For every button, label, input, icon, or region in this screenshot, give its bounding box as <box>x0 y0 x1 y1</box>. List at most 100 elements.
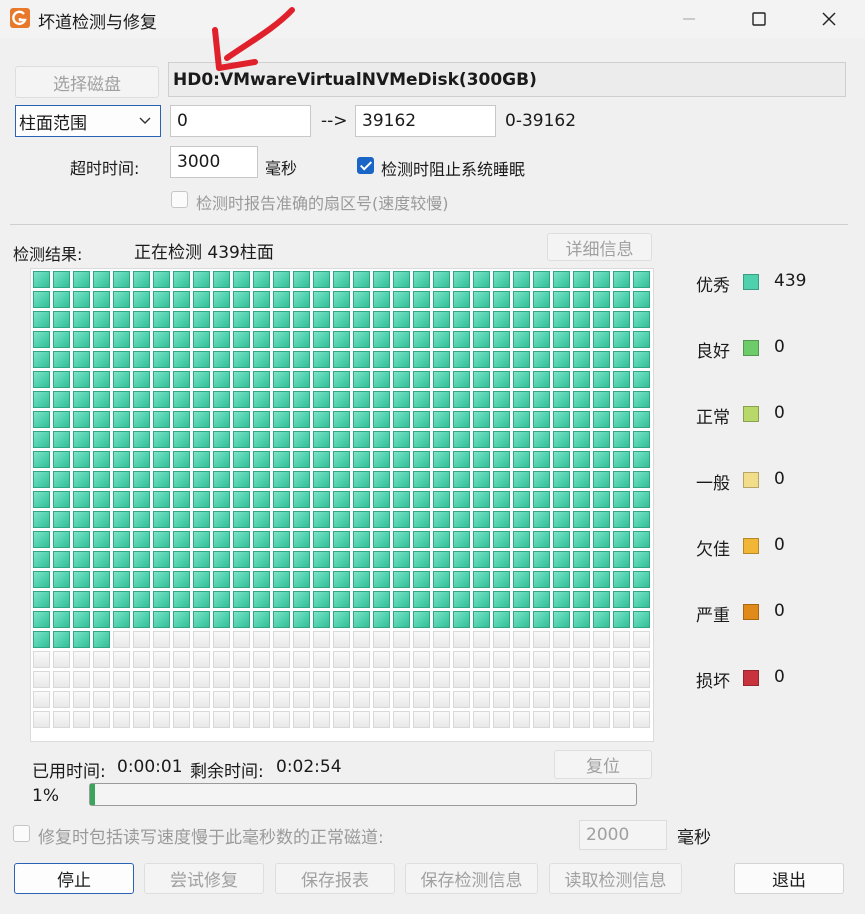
range-arrow-text: --> <box>321 111 348 131</box>
grid-cell <box>113 311 130 328</box>
grid-cell <box>233 551 250 568</box>
grid-cell <box>613 411 630 428</box>
grid-cell <box>333 591 350 608</box>
grid-cell <box>493 371 510 388</box>
grid-cell <box>173 311 190 328</box>
grid-cell <box>173 591 190 608</box>
grid-cell <box>273 411 290 428</box>
grid-cell <box>73 371 90 388</box>
grid-cell <box>153 531 170 548</box>
grid-cell <box>253 491 270 508</box>
grid-cell <box>133 651 150 668</box>
include-slow-label: 修复时包括读写速度慢于此毫秒数的正常磁道: <box>38 828 384 848</box>
red-arrow-annotation <box>212 7 295 71</box>
minimize-button[interactable] <box>660 0 718 38</box>
grid-cell <box>93 611 110 628</box>
stop-button[interactable]: 停止 <box>14 863 134 894</box>
grid-cell <box>333 631 350 648</box>
grid-cell <box>33 611 50 628</box>
grid-cell <box>353 611 370 628</box>
grid-cell <box>373 611 390 628</box>
grid-cell <box>73 591 90 608</box>
reset-button[interactable]: 复位 <box>554 750 652 779</box>
exit-button[interactable]: 退出 <box>734 863 844 894</box>
prevent-sleep-checkbox[interactable] <box>357 157 374 174</box>
grid-cell <box>313 551 330 568</box>
close-button[interactable] <box>800 0 858 38</box>
grid-cell <box>253 291 270 308</box>
save-info-button[interactable]: 保存检测信息 <box>405 863 538 894</box>
grid-cell <box>313 431 330 448</box>
select-disk-button[interactable]: 选择磁盘 <box>15 66 159 98</box>
grid-cell <box>373 691 390 708</box>
grid-cell <box>153 271 170 288</box>
report-sector-checkbox[interactable] <box>171 191 188 208</box>
grid-cell <box>113 291 130 308</box>
grid-cell <box>373 671 390 688</box>
grid-cell <box>133 451 150 468</box>
grid-cell <box>413 511 430 528</box>
grid-cell <box>73 451 90 468</box>
grid-cell <box>93 371 110 388</box>
grid-cell <box>53 451 70 468</box>
result-label: 检测结果: <box>13 245 83 264</box>
grid-cell <box>193 431 210 448</box>
grid-cell <box>613 391 630 408</box>
grid-cell <box>173 331 190 348</box>
grid-cell <box>593 531 610 548</box>
grid-cell <box>633 711 650 728</box>
grid-cell <box>233 431 250 448</box>
grid-cell <box>73 531 90 548</box>
grid-cell <box>93 531 110 548</box>
grid-cell <box>553 511 570 528</box>
range-end-input[interactable]: 39162 <box>355 105 496 137</box>
legend-count: 0 <box>774 535 785 555</box>
grid-cell <box>133 571 150 588</box>
grid-cell <box>353 491 370 508</box>
grid-cell <box>173 351 190 368</box>
grid-cell <box>413 631 430 648</box>
slow-threshold-input[interactable]: 2000 <box>579 820 667 850</box>
grid-cell <box>253 591 270 608</box>
grid-cell <box>213 271 230 288</box>
grid-cell <box>453 331 470 348</box>
legend-count: 0 <box>774 601 785 621</box>
grid-cell <box>513 611 530 628</box>
grid-cell <box>213 471 230 488</box>
grid-cell <box>493 451 510 468</box>
grid-cell <box>273 451 290 468</box>
grid-cell <box>373 531 390 548</box>
grid-cell <box>313 671 330 688</box>
grid-cell <box>473 591 490 608</box>
grid-cell <box>93 291 110 308</box>
grid-cell <box>113 471 130 488</box>
grid-cell <box>473 511 490 528</box>
range-mode-select[interactable]: 柱面范围 <box>15 105 161 137</box>
grid-cell <box>233 711 250 728</box>
grid-cell <box>293 351 310 368</box>
grid-cell <box>73 491 90 508</box>
grid-cell <box>413 711 430 728</box>
grid-cell <box>333 491 350 508</box>
grid-cell <box>493 551 510 568</box>
maximize-button[interactable] <box>730 0 788 38</box>
grid-cell <box>453 471 470 488</box>
timeout-input[interactable]: 3000 <box>170 146 258 178</box>
grid-cell <box>93 271 110 288</box>
grid-cell <box>573 631 590 648</box>
include-slow-checkbox[interactable] <box>13 825 30 842</box>
grid-cell <box>213 611 230 628</box>
grid-cell <box>633 291 650 308</box>
detail-info-button[interactable]: 详细信息 <box>547 233 652 261</box>
progress-percent: 1% <box>32 786 59 806</box>
try-repair-button[interactable]: 尝试修复 <box>144 863 264 894</box>
load-info-button[interactable]: 读取检测信息 <box>549 863 682 894</box>
save-report-button[interactable]: 保存报表 <box>275 863 395 894</box>
report-sector-label: 检测时报告准确的扇区号(速度较慢) <box>196 194 449 213</box>
grid-cell <box>313 371 330 388</box>
grid-cell <box>393 711 410 728</box>
range-start-input[interactable]: 0 <box>170 105 311 137</box>
grid-cell <box>593 451 610 468</box>
grid-cell <box>553 651 570 668</box>
grid-cell <box>573 291 590 308</box>
